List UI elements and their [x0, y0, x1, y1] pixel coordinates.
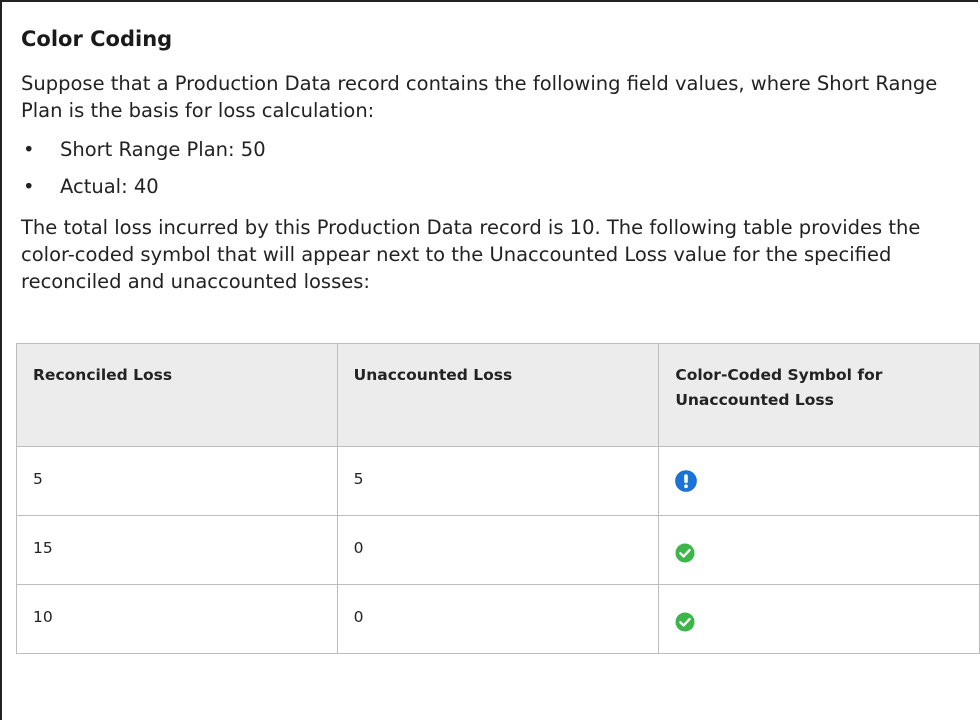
table-row: 5 5 [16, 446, 980, 516]
list-item: • Actual: 40 [21, 173, 976, 200]
cell-unaccounted-loss: 0 [336, 584, 660, 654]
check-circle-icon [675, 608, 695, 632]
list-item-text: Short Range Plan: 50 [60, 138, 266, 161]
intro-paragraph: Suppose that a Production Data record co… [21, 72, 938, 122]
cell-reconciled-loss: 10 [16, 584, 338, 654]
exclamation-circle-icon [675, 470, 698, 492]
cell-reconciled-loss: 15 [16, 515, 338, 585]
header-unaccounted-loss: Unaccounted Loss [336, 343, 660, 447]
cell-symbol [658, 515, 980, 585]
cell-unaccounted-loss: 0 [336, 515, 660, 585]
topic-content: Color Coding Suppose that a Production D… [21, 25, 976, 295]
explanation-paragraph: The total loss incurred by this Producti… [21, 216, 921, 293]
check-circle-icon [675, 539, 695, 563]
table-row: 15 0 [16, 515, 980, 585]
section-heading: Color Coding [21, 27, 173, 51]
bullet-marker: • [23, 138, 35, 161]
table-header-row: Reconciled Loss Unaccounted Loss Color-C… [16, 343, 980, 447]
table-row: 10 0 [16, 584, 980, 654]
cell-symbol [658, 446, 980, 516]
list-item-text: Actual: 40 [60, 175, 159, 198]
cell-symbol [658, 584, 980, 654]
header-color-coded-symbol: Color-Coded Symbol for Unaccounted Loss [658, 343, 980, 447]
cell-unaccounted-loss: 5 [336, 446, 660, 516]
cell-reconciled-loss: 5 [16, 446, 338, 516]
bullet-marker: • [23, 175, 35, 198]
loss-symbol-table: Reconciled Loss Unaccounted Loss Color-C… [16, 343, 980, 654]
field-values-list: • Short Range Plan: 50 • Actual: 40 [21, 136, 976, 200]
list-item: • Short Range Plan: 50 [21, 136, 976, 163]
header-reconciled-loss: Reconciled Loss [16, 343, 338, 447]
